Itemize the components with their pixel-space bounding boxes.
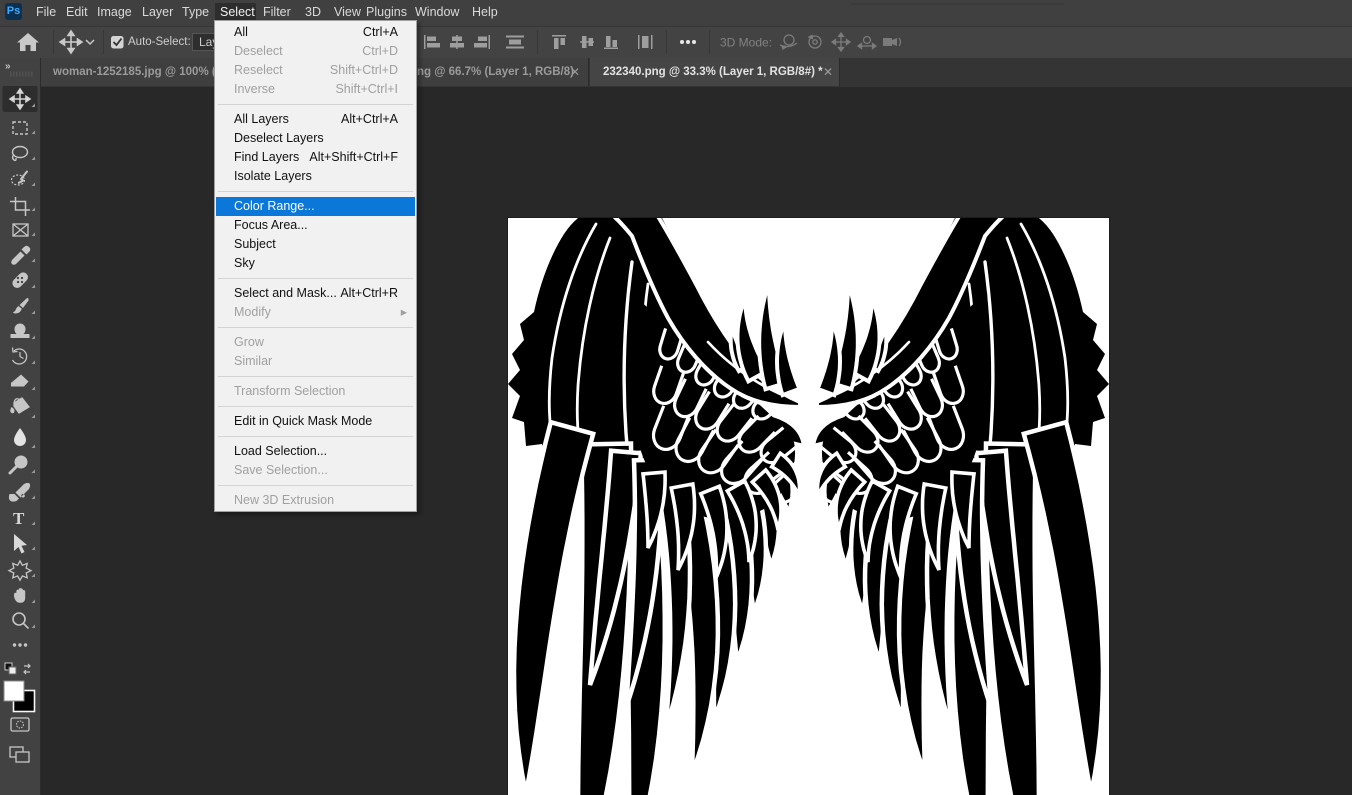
svg-text:»: » xyxy=(5,61,11,72)
svg-text:3D Mode:: 3D Mode: xyxy=(720,36,772,50)
svg-text:T: T xyxy=(13,509,25,528)
